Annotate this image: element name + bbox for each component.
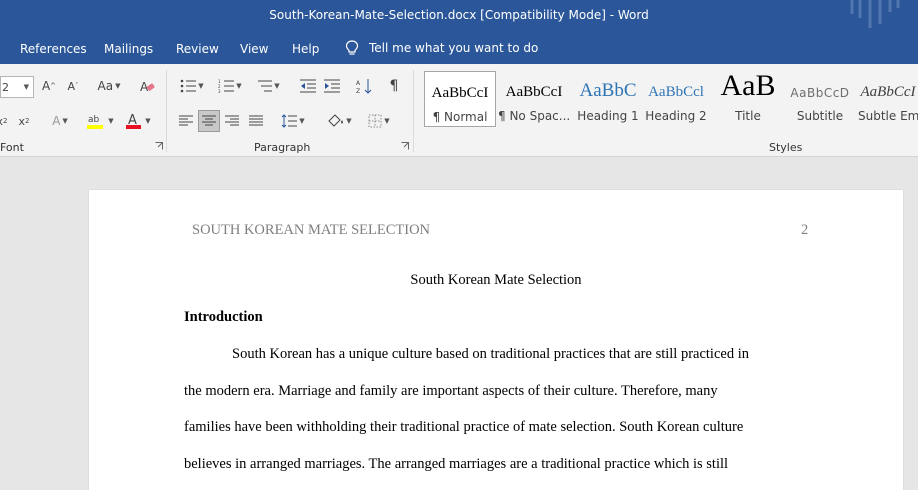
font-size-value: 2 xyxy=(2,80,9,94)
tab-mailings[interactable]: Mailings xyxy=(104,42,153,56)
style-heading-1[interactable]: AaBbC Heading 1 xyxy=(572,71,644,127)
align-right-icon[interactable] xyxy=(222,110,242,132)
svg-text:Z: Z xyxy=(356,88,360,94)
bullets-icon[interactable]: ▼ xyxy=(176,76,208,96)
section-heading: Introduction xyxy=(184,309,263,325)
title-bar: South-Korean-Mate-Selection.docx [Compat… xyxy=(0,0,918,35)
style-preview: AaBbCcD xyxy=(790,86,850,100)
multilevel-list-icon[interactable]: ▼ xyxy=(252,76,284,96)
style-heading-2[interactable]: AaBbCcl Heading 2 xyxy=(644,71,708,127)
font-group-label: Font xyxy=(0,141,24,154)
numbering-icon[interactable]: 1 2 3 ▼ xyxy=(214,76,246,96)
style-normal[interactable]: AaBbCcI ¶ Normal xyxy=(424,71,496,127)
tab-references[interactable]: References xyxy=(20,42,87,56)
style-preview: AaBbCcI xyxy=(505,84,563,100)
body-line: the modern era. Marriage and family are … xyxy=(184,383,718,399)
styles-gallery: AaBbCcI ¶ Normal AaBbCcI ¶ No Spac... Aa… xyxy=(422,71,918,129)
style-subtle-emphasis[interactable]: AaBbCcI Subtle Em... xyxy=(858,71,918,127)
body-line: believes in arranged marriages. The arra… xyxy=(184,456,729,472)
page-number: 2 xyxy=(801,222,809,238)
subscript-icon[interactable]: x2 xyxy=(0,112,10,130)
align-left-icon[interactable] xyxy=(176,110,196,132)
style-name: ¶ Normal xyxy=(432,110,488,124)
decorative-pattern xyxy=(850,0,900,28)
style-name: Heading 2 xyxy=(645,109,707,123)
style-preview: AaBbCcI xyxy=(431,85,489,101)
tell-me-box[interactable]: Tell me what you want to do xyxy=(345,40,538,56)
ribbon-tabs: References Mailings Review View Help Tel… xyxy=(0,35,918,64)
running-header: SOUTH KOREAN MATE SELECTION xyxy=(192,222,431,238)
shrink-font-icon[interactable]: Aˇ xyxy=(64,77,82,95)
change-case-button[interactable]: Aa ▼ xyxy=(92,77,126,95)
chevron-down-icon: ▼ xyxy=(115,82,121,90)
paragraph-group-label: Paragraph xyxy=(254,141,311,154)
clear-formatting-icon[interactable]: A xyxy=(138,77,156,95)
style-subtitle[interactable]: AaBbCcD Subtitle xyxy=(784,71,856,127)
style-title[interactable]: AaB Title xyxy=(712,71,784,127)
shading-icon[interactable]: ▼ xyxy=(322,110,356,132)
text-effects-icon[interactable]: A ▼ xyxy=(46,112,74,130)
body-line: families have been withholding their tra… xyxy=(184,419,744,435)
tell-me-input[interactable]: Tell me what you want to do xyxy=(369,41,538,55)
dialog-launcher-icon[interactable] xyxy=(401,142,409,150)
justify-icon[interactable] xyxy=(246,110,266,132)
line-spacing-icon[interactable]: ▼ xyxy=(276,110,310,132)
style-no-spacing[interactable]: AaBbCcI ¶ No Spac... xyxy=(498,71,570,127)
chevron-down-icon: ▼ xyxy=(23,83,29,91)
style-preview: AaBbC xyxy=(579,80,637,101)
grow-font-icon[interactable]: A ^ xyxy=(40,77,58,95)
decrease-indent-icon[interactable] xyxy=(298,76,318,96)
lightbulb-icon xyxy=(345,40,359,55)
align-center-icon[interactable] xyxy=(198,110,220,132)
style-name: ¶ No Spac... xyxy=(498,109,570,123)
document-title: South Korean Mate Selection xyxy=(410,272,582,288)
style-preview: AaBbCcl xyxy=(648,84,704,100)
style-name: Subtle Em... xyxy=(858,109,918,123)
document-page[interactable]: SOUTH KOREAN MATE SELECTION 2 South Kore… xyxy=(89,190,903,490)
window-title: South-Korean-Mate-Selection.docx [Compat… xyxy=(269,8,649,22)
sort-icon[interactable]: AZ xyxy=(354,76,374,96)
group-divider xyxy=(413,70,414,152)
svg-text:3: 3 xyxy=(218,89,221,93)
font-size-box[interactable]: 2 ▼ xyxy=(0,76,34,98)
group-divider xyxy=(166,70,167,152)
ribbon: 2 ▼ A^ Aˇ Aa▼ A x2 x2 A▼ ab▼ A▼ Font ▼ 1… xyxy=(0,64,918,157)
style-name: Subtitle xyxy=(796,109,844,123)
style-preview: AaBbCcI xyxy=(860,84,916,100)
superscript-icon[interactable]: x2 xyxy=(16,112,32,130)
svg-text:A: A xyxy=(356,80,361,87)
document-canvas: SOUTH KOREAN MATE SELECTION 2 South Kore… xyxy=(0,157,918,490)
tab-review[interactable]: Review xyxy=(176,42,219,56)
styles-group-label: Styles xyxy=(769,141,803,154)
highlight-color-icon[interactable]: ab ▼ xyxy=(84,110,116,132)
pilcrow-icon[interactable]: ¶ xyxy=(384,76,404,96)
style-name: Heading 1 xyxy=(577,109,639,123)
style-preview: AaB xyxy=(720,71,776,102)
style-name: Title xyxy=(735,109,761,123)
borders-icon[interactable]: ▼ xyxy=(362,110,396,132)
tab-help[interactable]: Help xyxy=(292,42,319,56)
dialog-launcher-icon[interactable] xyxy=(155,142,163,150)
increase-indent-icon[interactable] xyxy=(322,76,342,96)
change-case-label: Aa xyxy=(97,79,114,93)
svg-text:ab: ab xyxy=(88,115,100,125)
tab-view[interactable]: View xyxy=(240,42,268,56)
body-line: South Korean has a unique culture based … xyxy=(232,346,749,362)
font-color-icon[interactable]: A ▼ xyxy=(122,110,154,132)
